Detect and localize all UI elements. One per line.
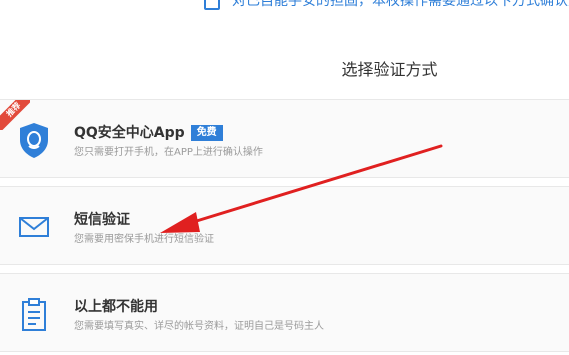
top-banner: 对已自能手安的担固，本权操作需要通过以卞方式确认身份 (0, 0, 569, 14)
option-qq-security-app[interactable]: 推荐 QQ安全中心App 免费 您只需要打开手机，在APP上进行确认操作 (0, 99, 569, 178)
option-title: 以上都不能用 (74, 299, 158, 315)
option-title: QQ安全中心App 免费 (74, 124, 223, 142)
option-sms-verification[interactable]: 短信验证 您需要用密保手机进行短信验证 (0, 186, 569, 265)
banner-text: 对已自能手安的担固，本权操作需要通过以卞方式确认身份 (232, 0, 569, 9)
clipboard-icon (14, 294, 54, 334)
option-none-available[interactable]: 以上都不能用 您需要填写真实、详尽的帐号资料，证明自己是号码主人 (0, 273, 569, 352)
option-description: 您需要填写真实、详尽的帐号资料，证明自己是号码主人 (74, 321, 324, 332)
qq-security-shield-icon (14, 120, 54, 160)
envelope-icon (14, 207, 54, 247)
free-badge: 免费 (190, 125, 223, 141)
page-title: 选择验证方式 (341, 60, 438, 79)
option-description: 您需要用密保手机进行短信验证 (74, 234, 214, 245)
option-title: 短信验证 (74, 212, 130, 228)
banner-icon (204, 0, 220, 10)
option-description: 您只需要打开手机，在APP上进行确认操作 (74, 147, 263, 158)
option-title-text: QQ安全中心App (74, 125, 185, 141)
